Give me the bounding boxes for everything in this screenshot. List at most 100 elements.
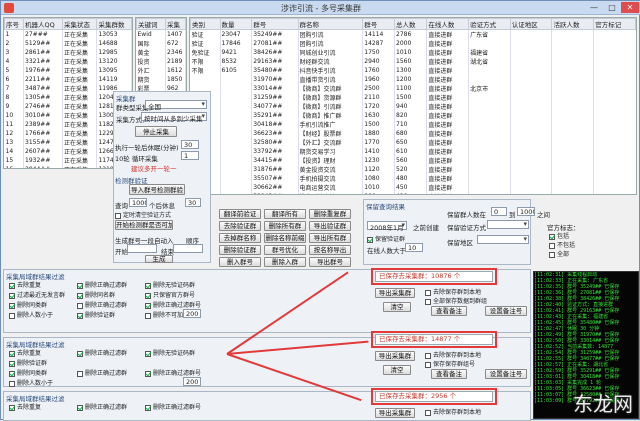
filter-check[interactable]: 过滤最近无发言群	[9, 290, 65, 299]
set-notes-button[interactable]: 设置备注号	[485, 306, 527, 316]
filter-checkbox[interactable]	[145, 312, 151, 319]
account-row[interactable]: 2 5129## 正在采集 14688	[4, 39, 132, 48]
group-row[interactable]: 34415## 【投资】理财 1230 560 直接进群	[190, 156, 636, 165]
group-row[interactable]: 35507## 手机拍摄交流 1080 480 直接进群	[190, 174, 636, 183]
group-row[interactable]: 31259## 【微商】货源群 2110 1500 直接进群	[190, 93, 636, 102]
filter-check-secondary[interactable]: 删除人数小于	[9, 378, 53, 387]
filter-checkbox[interactable]	[9, 404, 15, 411]
group-row[interactable]: 不限 8532 29163## 财经群交流 2940 1560 直接进群 湖北省	[190, 57, 636, 66]
filter-check-secondary[interactable]: 删除正确过滤群号	[145, 300, 201, 309]
filter-check-secondary[interactable]: 删除同类群	[9, 300, 47, 309]
official-option[interactable]: 全部	[549, 249, 569, 258]
official-radio[interactable]	[549, 242, 555, 249]
clear-button[interactable]: 清空	[383, 302, 411, 312]
filter-checkbox[interactable]	[77, 282, 83, 289]
action-button[interactable]: 删除验证群	[219, 245, 261, 255]
keep-min-input[interactable]: 0	[491, 207, 507, 216]
maximize-icon[interactable]: □	[603, 2, 621, 13]
official-radio[interactable]	[549, 233, 555, 240]
action-button[interactable]: 翻译所有	[264, 209, 306, 219]
filter-check[interactable]: 删除正确过滤群	[77, 280, 127, 289]
clear-button[interactable]: 清空	[383, 365, 411, 375]
export-sub-check[interactable]: 保存保存群组号	[425, 359, 475, 368]
filter-check[interactable]: 删除正确过滤群号	[145, 402, 201, 411]
action-button[interactable]: 按名称导出	[309, 245, 351, 255]
filter-checkbox[interactable]	[9, 282, 15, 289]
export-collected-button[interactable]: 导出采集群	[375, 408, 415, 418]
group-row[interactable]: 33014## 【微商】交流群 2500 1100 直接进群 北京市	[190, 84, 636, 93]
filter-checkbox[interactable]	[77, 350, 83, 357]
filter-check[interactable]: 删除验证群	[9, 358, 47, 367]
official-option[interactable]: 包括	[549, 231, 569, 240]
filter-checkbox[interactable]	[145, 350, 151, 357]
keyword-row[interactable]: 投资 2189	[136, 56, 186, 66]
interval-input[interactable]: 30	[181, 140, 199, 149]
account-row[interactable]: 3 2861## 正在采集 12985	[4, 48, 132, 57]
filter-check[interactable]: 删除无验证码群	[145, 280, 195, 289]
filter-checkbox[interactable]	[77, 370, 83, 377]
auto-verify-check[interactable]: 定时清空验证方式	[115, 210, 171, 219]
start-input[interactable]	[127, 244, 157, 253]
filter-checkbox[interactable]	[9, 360, 15, 367]
keyword-row[interactable]: 外汇 1612	[136, 65, 186, 75]
filter-check-secondary[interactable]: 删除验证群	[77, 310, 115, 319]
filter-checkbox[interactable]	[9, 292, 15, 299]
export-sub-check[interactable]: 全部保存数据到群组	[425, 296, 487, 305]
keyword-row[interactable]: 期货 1850	[136, 74, 186, 84]
filter-checkbox[interactable]	[9, 312, 15, 319]
filter-check[interactable]: 去除重复	[9, 348, 41, 357]
export-local-check[interactable]: 去除保存群到本地	[425, 350, 481, 359]
action-button[interactable]: 翻译前验证	[219, 209, 261, 219]
filter-check[interactable]: 去除重复	[9, 280, 41, 289]
action-button[interactable]: 去掉群名称	[219, 233, 261, 243]
account-row[interactable]: 6 2211## 正在采集 14119	[4, 75, 132, 84]
filter-checkbox[interactable]	[145, 404, 151, 411]
filter-checkbox[interactable]	[77, 302, 83, 309]
cycle-input[interactable]: 1	[181, 151, 199, 160]
end-input[interactable]	[173, 244, 203, 253]
group-row[interactable]: 34077## 【微商】引流群 1720 940 直接进群	[190, 102, 636, 111]
account-row[interactable]: 1 27### 正在采集 13053	[4, 29, 132, 39]
filter-checkbox[interactable]	[145, 302, 151, 309]
group-row[interactable]: 36623## 【财经】股票群 1880 680 直接进群	[190, 129, 636, 138]
filter-checkbox[interactable]	[9, 380, 15, 387]
group-row[interactable]: 35291## 【微商】推广群 1630 820 直接进群	[190, 111, 636, 120]
action-button[interactable]: 群号优化	[264, 245, 306, 255]
filter-check-secondary[interactable]: 删除正确过滤群	[77, 368, 127, 377]
official-radio[interactable]	[549, 251, 555, 258]
export-local-check[interactable]: 去除保存群到本地	[425, 407, 481, 416]
keep-max-input[interactable]: 1000	[517, 207, 535, 216]
generate-button[interactable]: 生成	[145, 255, 173, 263]
export-sub-checkbox[interactable]	[425, 298, 431, 305]
query-rest-input[interactable]: 30	[185, 198, 201, 207]
online-input[interactable]: 10	[405, 243, 423, 252]
query-input[interactable]: 1000	[129, 198, 147, 207]
filter-checkbox[interactable]	[9, 350, 15, 357]
filter-check[interactable]: 删除无验证码群	[145, 348, 195, 357]
filter-check-secondary[interactable]: 删除正确过滤群号	[145, 368, 201, 377]
export-collected-button[interactable]: 导出采集群	[375, 351, 415, 361]
action-button[interactable]: 删除重复群	[309, 209, 351, 219]
filter-checkbox[interactable]	[145, 370, 151, 377]
export-local-check[interactable]: 去除保存群到本地	[425, 287, 481, 296]
filter-check[interactable]: 删除正确过滤群	[77, 348, 127, 357]
filter-check[interactable]: 去除重复	[9, 402, 41, 411]
group-row[interactable]: 32943##推广引流交流980420直接进群	[190, 192, 636, 194]
export-collected-button[interactable]: 导出采集群	[375, 288, 415, 298]
official-option[interactable]: 不包括	[549, 240, 575, 249]
keyword-row[interactable]: 国际 672	[136, 38, 186, 48]
filter-checkbox[interactable]	[145, 292, 151, 299]
action-button[interactable]: 删除所有群	[264, 221, 306, 231]
close-icon[interactable]: ✕	[621, 2, 639, 13]
group-row[interactable]: 验证 17846 27081## 团购引流 14287 2000 直接进群	[190, 39, 636, 48]
date-select[interactable]: 2008年1月	[367, 221, 407, 232]
group-row[interactable]: 33792## 期货交易学习 1410 610 直接进群	[190, 147, 636, 156]
action-button[interactable]: 删除入群	[264, 257, 306, 267]
filter-check-secondary[interactable]: 删除正确过滤群	[77, 300, 127, 309]
filter-check[interactable]: 删除同名群	[77, 290, 115, 299]
group-row[interactable]: 31876## 黄金投资交流 1120 520 直接进群	[190, 165, 636, 174]
method-select[interactable]: 按时间从多到少采集	[141, 112, 207, 123]
export-local-checkbox[interactable]	[425, 289, 431, 296]
action-button[interactable]: 去除验证群	[219, 221, 261, 231]
account-row[interactable]: 4 3321## 正在采集 13120	[4, 57, 132, 66]
